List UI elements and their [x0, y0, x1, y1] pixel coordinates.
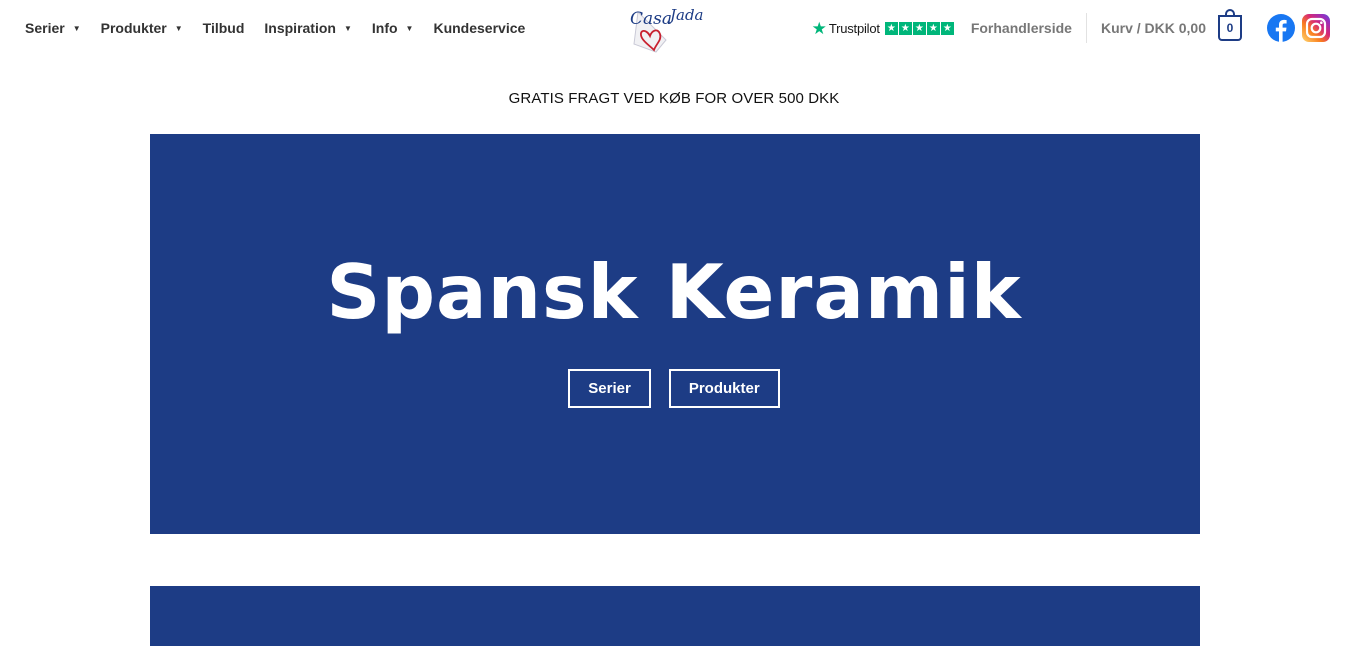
free-shipping-banner: GRATIS FRAGT VED KØB FOR OVER 500 DKK — [508, 90, 840, 107]
nav-item-serier[interactable]: Serier ▼ — [25, 20, 81, 36]
main-nav: Serier ▼ Produkter ▼ Tilbud Inspiration … — [25, 0, 545, 56]
rating-star-icon: ★ — [912, 21, 926, 35]
dealer-link[interactable]: Forhandlerside — [971, 20, 1072, 36]
cart-count: 0 — [1226, 21, 1234, 35]
facebook-icon[interactable] — [1267, 14, 1295, 42]
trustpilot-label: Trustpilot — [828, 20, 880, 36]
trustpilot-widget[interactable]: ★ Trustpilot ★ ★ ★ ★ ★ — [812, 20, 955, 37]
nav-item-info[interactable]: Info ▼ — [372, 20, 414, 36]
hero-title: Spansk Keramik — [326, 248, 1022, 336]
rating-star-icon: ★ — [898, 21, 912, 35]
rating-star-icon: ★ — [884, 21, 898, 35]
cart-icon[interactable]: 0 — [1218, 9, 1242, 41]
nav-label: Produkter — [100, 20, 167, 36]
caret-down-icon: ▼ — [72, 23, 81, 33]
rating-star-icon: ★ — [926, 21, 940, 35]
nav-label: Info — [371, 20, 398, 36]
svg-text:Casa: Casa — [630, 9, 672, 29]
caret-down-icon: ▼ — [174, 23, 183, 33]
nav-item-produkter[interactable]: Produkter ▼ — [101, 20, 183, 36]
rating-star-icon: ★ — [940, 21, 954, 35]
nav-item-kundeservice[interactable]: Kundeservice — [433, 20, 525, 36]
trustpilot-star-icon: ★ — [811, 18, 827, 38]
nav-item-inspiration[interactable]: Inspiration ▼ — [264, 20, 351, 36]
trustpilot-rating: ★ ★ ★ ★ ★ — [884, 21, 955, 35]
hero-serier-button[interactable]: Serier — [568, 369, 651, 408]
nav-item-tilbud[interactable]: Tilbud — [203, 20, 245, 36]
header-divider — [1085, 13, 1087, 43]
nav-label: Inspiration — [264, 20, 336, 36]
nav-label: Tilbud — [202, 20, 245, 36]
site-header: Serier ▼ Produkter ▼ Tilbud Inspiration … — [0, 0, 1348, 58]
caret-down-icon: ▼ — [405, 23, 414, 33]
heart-logo-icon: Casa Jada — [630, 6, 704, 53]
header-actions: ★ Trustpilot ★ ★ ★ ★ ★ Forhandlerside Ku… — [812, 0, 1330, 56]
hero-buttons: Serier Produkter — [0, 369, 1348, 408]
nav-label: Kundeservice — [433, 20, 526, 36]
second-section — [150, 586, 1200, 646]
instagram-icon[interactable] — [1302, 14, 1330, 42]
hero-produkter-button[interactable]: Produkter — [668, 369, 780, 408]
site-logo[interactable]: Casa Jada — [626, 0, 722, 56]
svg-text:Jada: Jada — [667, 6, 704, 24]
caret-down-icon: ▼ — [343, 23, 352, 33]
cart-link[interactable]: Kurv / DKK 0,00 — [1101, 20, 1206, 36]
nav-label: Serier — [25, 20, 65, 36]
